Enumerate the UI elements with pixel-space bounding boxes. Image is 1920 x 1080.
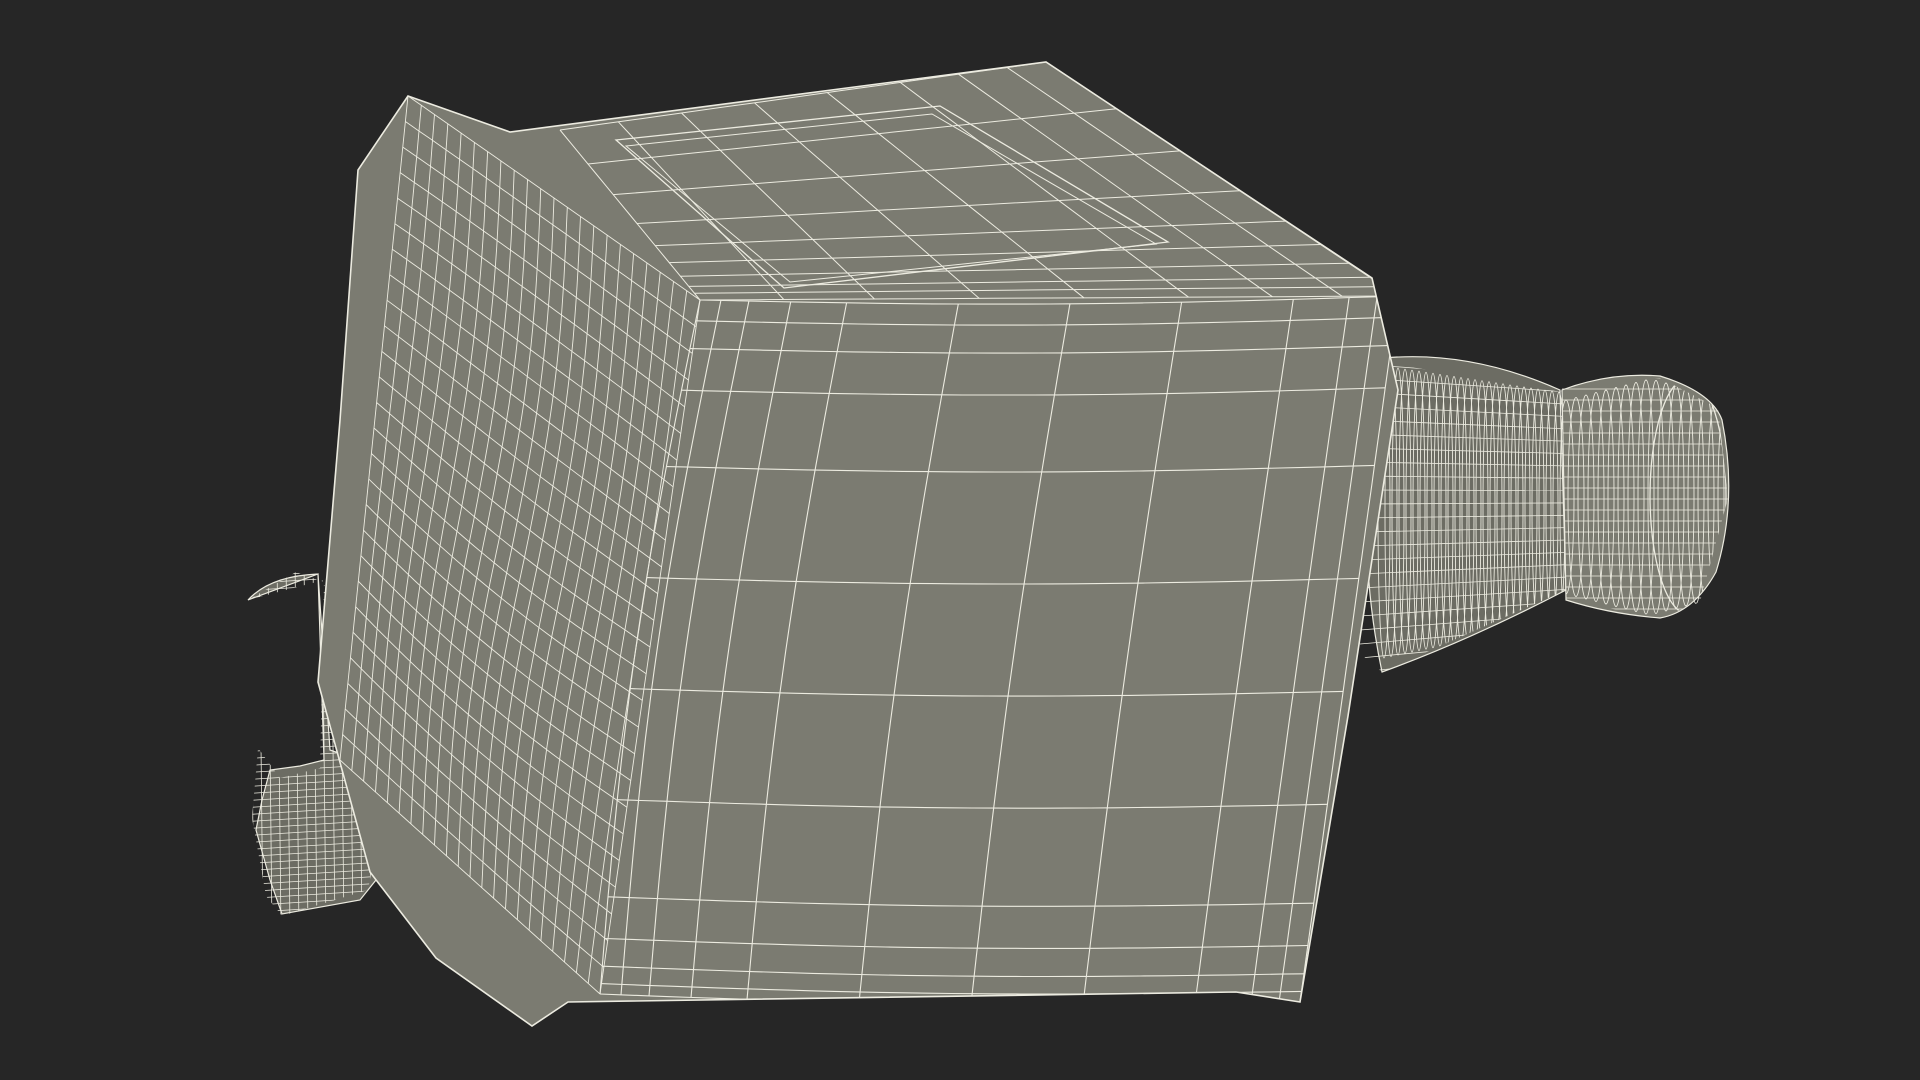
bottle-lip: [1561, 374, 1730, 619]
bottle-body: [317, 61, 1399, 1027]
3d-viewport: [0, 0, 1920, 1080]
wireframe-bottle-render: [247, 61, 1730, 1027]
